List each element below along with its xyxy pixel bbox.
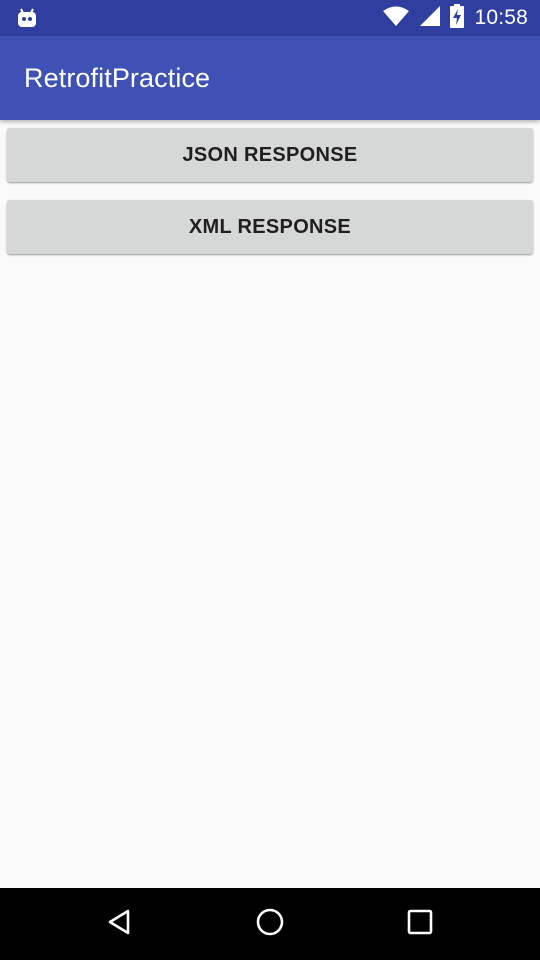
xml-response-button[interactable]: XML RESPONSE bbox=[7, 200, 533, 254]
status-time: 10:58 bbox=[474, 6, 528, 29]
home-icon bbox=[255, 907, 285, 942]
status-bar: 10:58 bbox=[0, 0, 540, 36]
json-response-button[interactable]: JSON RESPONSE bbox=[7, 128, 533, 182]
back-icon bbox=[106, 908, 134, 941]
recents-button[interactable] bbox=[375, 888, 465, 960]
battery-charging-icon bbox=[450, 3, 465, 33]
back-button[interactable] bbox=[75, 888, 165, 960]
navigation-bar bbox=[0, 888, 540, 960]
recents-icon bbox=[407, 909, 433, 940]
main-content: JSON RESPONSE XML RESPONSE bbox=[0, 120, 540, 888]
app-bar: RetrofitPractice bbox=[0, 36, 540, 120]
home-button[interactable] bbox=[225, 888, 315, 960]
signal-icon bbox=[418, 5, 442, 32]
status-icons: 10:58 bbox=[382, 0, 528, 36]
android-debug-icon bbox=[16, 7, 38, 29]
app-title: RetrofitPractice bbox=[24, 63, 211, 93]
wifi-icon bbox=[382, 5, 410, 32]
